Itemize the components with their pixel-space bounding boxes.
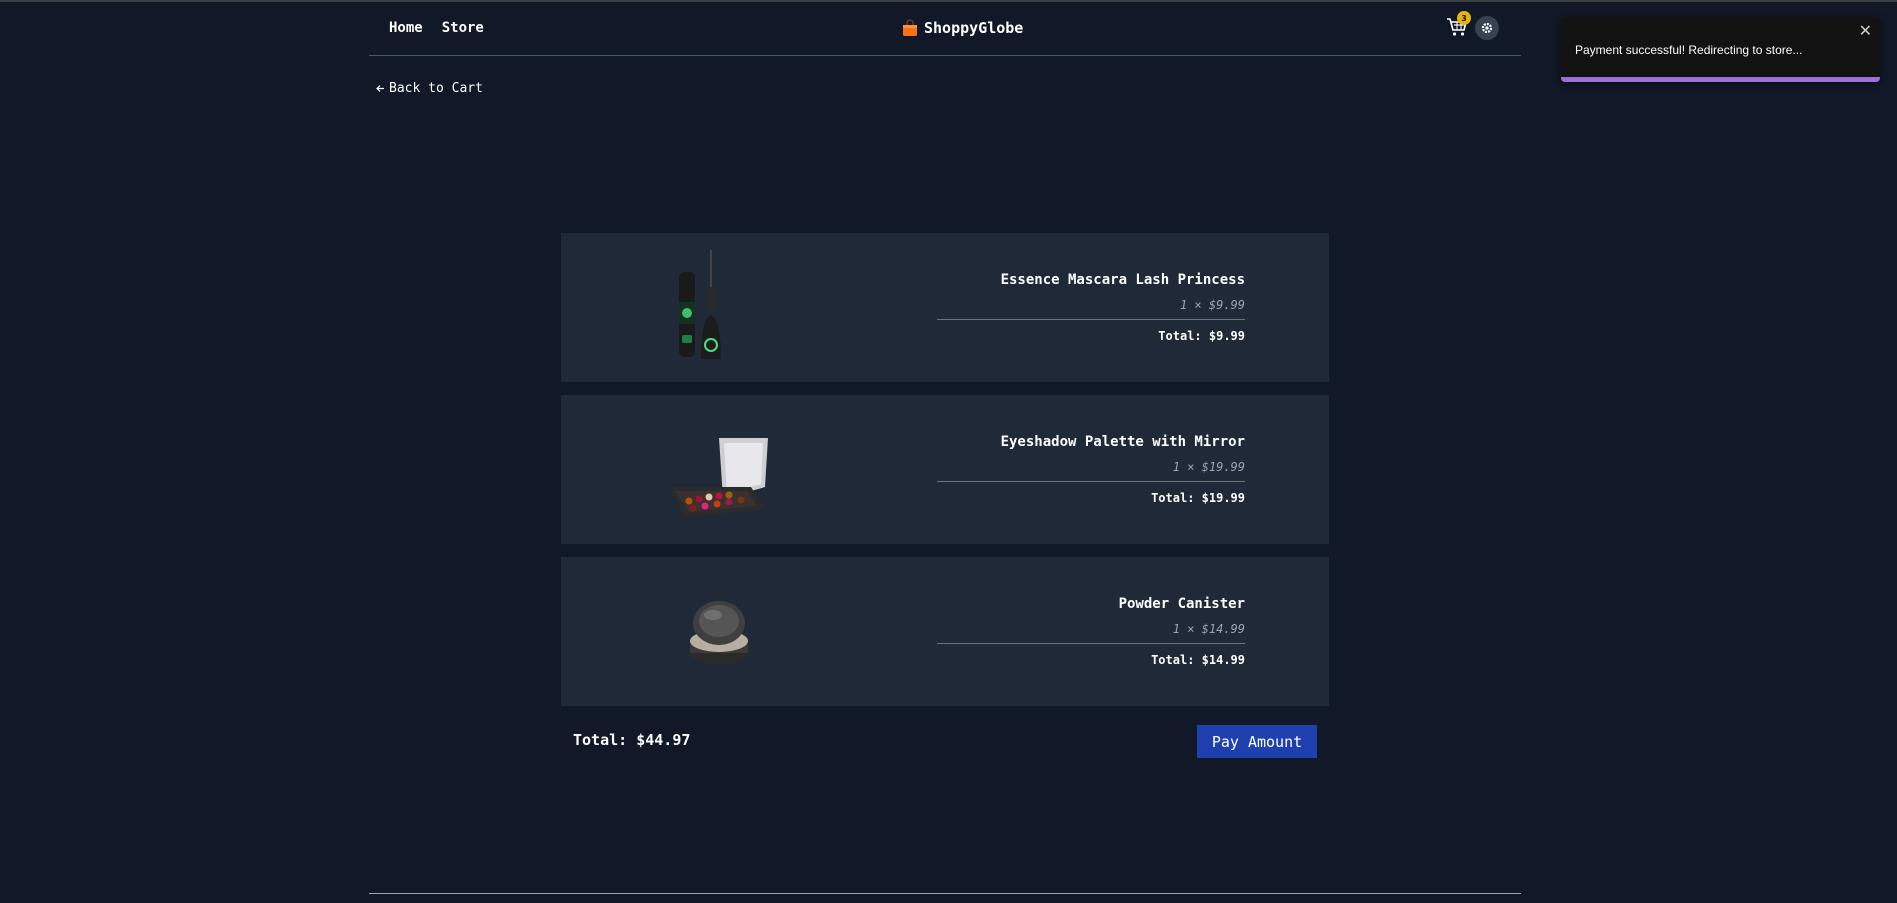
- item-name: Powder Canister: [1118, 596, 1245, 612]
- footer-divider: [369, 893, 1521, 894]
- eyeshadow-palette-image: [669, 438, 768, 517]
- checkout-item: Eyeshadow Palette with Mirror 1 × $19.99…: [561, 395, 1329, 544]
- payment-toast: Payment successful! Redirecting to store…: [1561, 17, 1880, 82]
- powder-canister-image: [690, 601, 748, 665]
- brand-name: ShoppyGlobe: [924, 19, 1024, 37]
- pay-amount-button[interactable]: Pay Amount: [1197, 725, 1317, 758]
- toast-progress-bar: [1561, 77, 1880, 82]
- item-name: Eyeshadow Palette with Mirror: [1000, 434, 1245, 450]
- item-divider: [937, 319, 1245, 320]
- checkout-item: Essence Mascara Lash Princess 1 × $9.99 …: [561, 233, 1329, 382]
- item-total: Total: $14.99: [1151, 653, 1245, 667]
- site-header: Home Store ShoppyGlobe 3: [369, 2, 1521, 56]
- item-qty-price: 1 × $14.99: [1172, 622, 1245, 636]
- item-qty-price: 1 × $19.99: [1172, 460, 1245, 474]
- close-icon[interactable]: ✕: [1859, 21, 1872, 40]
- item-name: Essence Mascara Lash Princess: [1000, 272, 1245, 288]
- nav-home-link[interactable]: Home: [389, 20, 423, 36]
- theme-toggle-button[interactable]: [1475, 16, 1499, 40]
- arrow-left-icon: [376, 85, 384, 92]
- back-to-cart-link[interactable]: Back to Cart: [376, 81, 483, 96]
- item-info: Powder Canister 1 × $14.99 Total: $14.99: [937, 595, 1245, 668]
- item-total: Total: $19.99: [1151, 491, 1245, 505]
- order-total: Total: $44.97: [573, 731, 691, 749]
- item-qty-price: 1 × $9.99: [1179, 298, 1245, 312]
- item-divider: [937, 643, 1245, 644]
- cart-count-badge: 3: [1457, 11, 1471, 25]
- checkout-item: Powder Canister 1 × $14.99 Total: $14.99: [561, 557, 1329, 706]
- item-divider: [937, 481, 1245, 482]
- shopping-bag-icon: [903, 19, 917, 36]
- checkout-items: Essence Mascara Lash Princess 1 × $9.99 …: [561, 233, 1329, 719]
- main-nav: Home Store: [389, 20, 484, 36]
- mascara-image: [679, 250, 721, 359]
- item-info: Essence Mascara Lash Princess 1 × $9.99 …: [937, 271, 1245, 344]
- gear-icon: [1481, 22, 1493, 34]
- item-info: Eyeshadow Palette with Mirror 1 × $19.99…: [937, 433, 1245, 506]
- item-total: Total: $9.99: [1158, 329, 1245, 343]
- back-to-cart-label: Back to Cart: [389, 81, 483, 96]
- toast-message: Payment successful! Redirecting to store…: [1575, 43, 1803, 57]
- brand-logo[interactable]: ShoppyGlobe: [902, 19, 1023, 37]
- nav-store-link[interactable]: Store: [442, 20, 484, 36]
